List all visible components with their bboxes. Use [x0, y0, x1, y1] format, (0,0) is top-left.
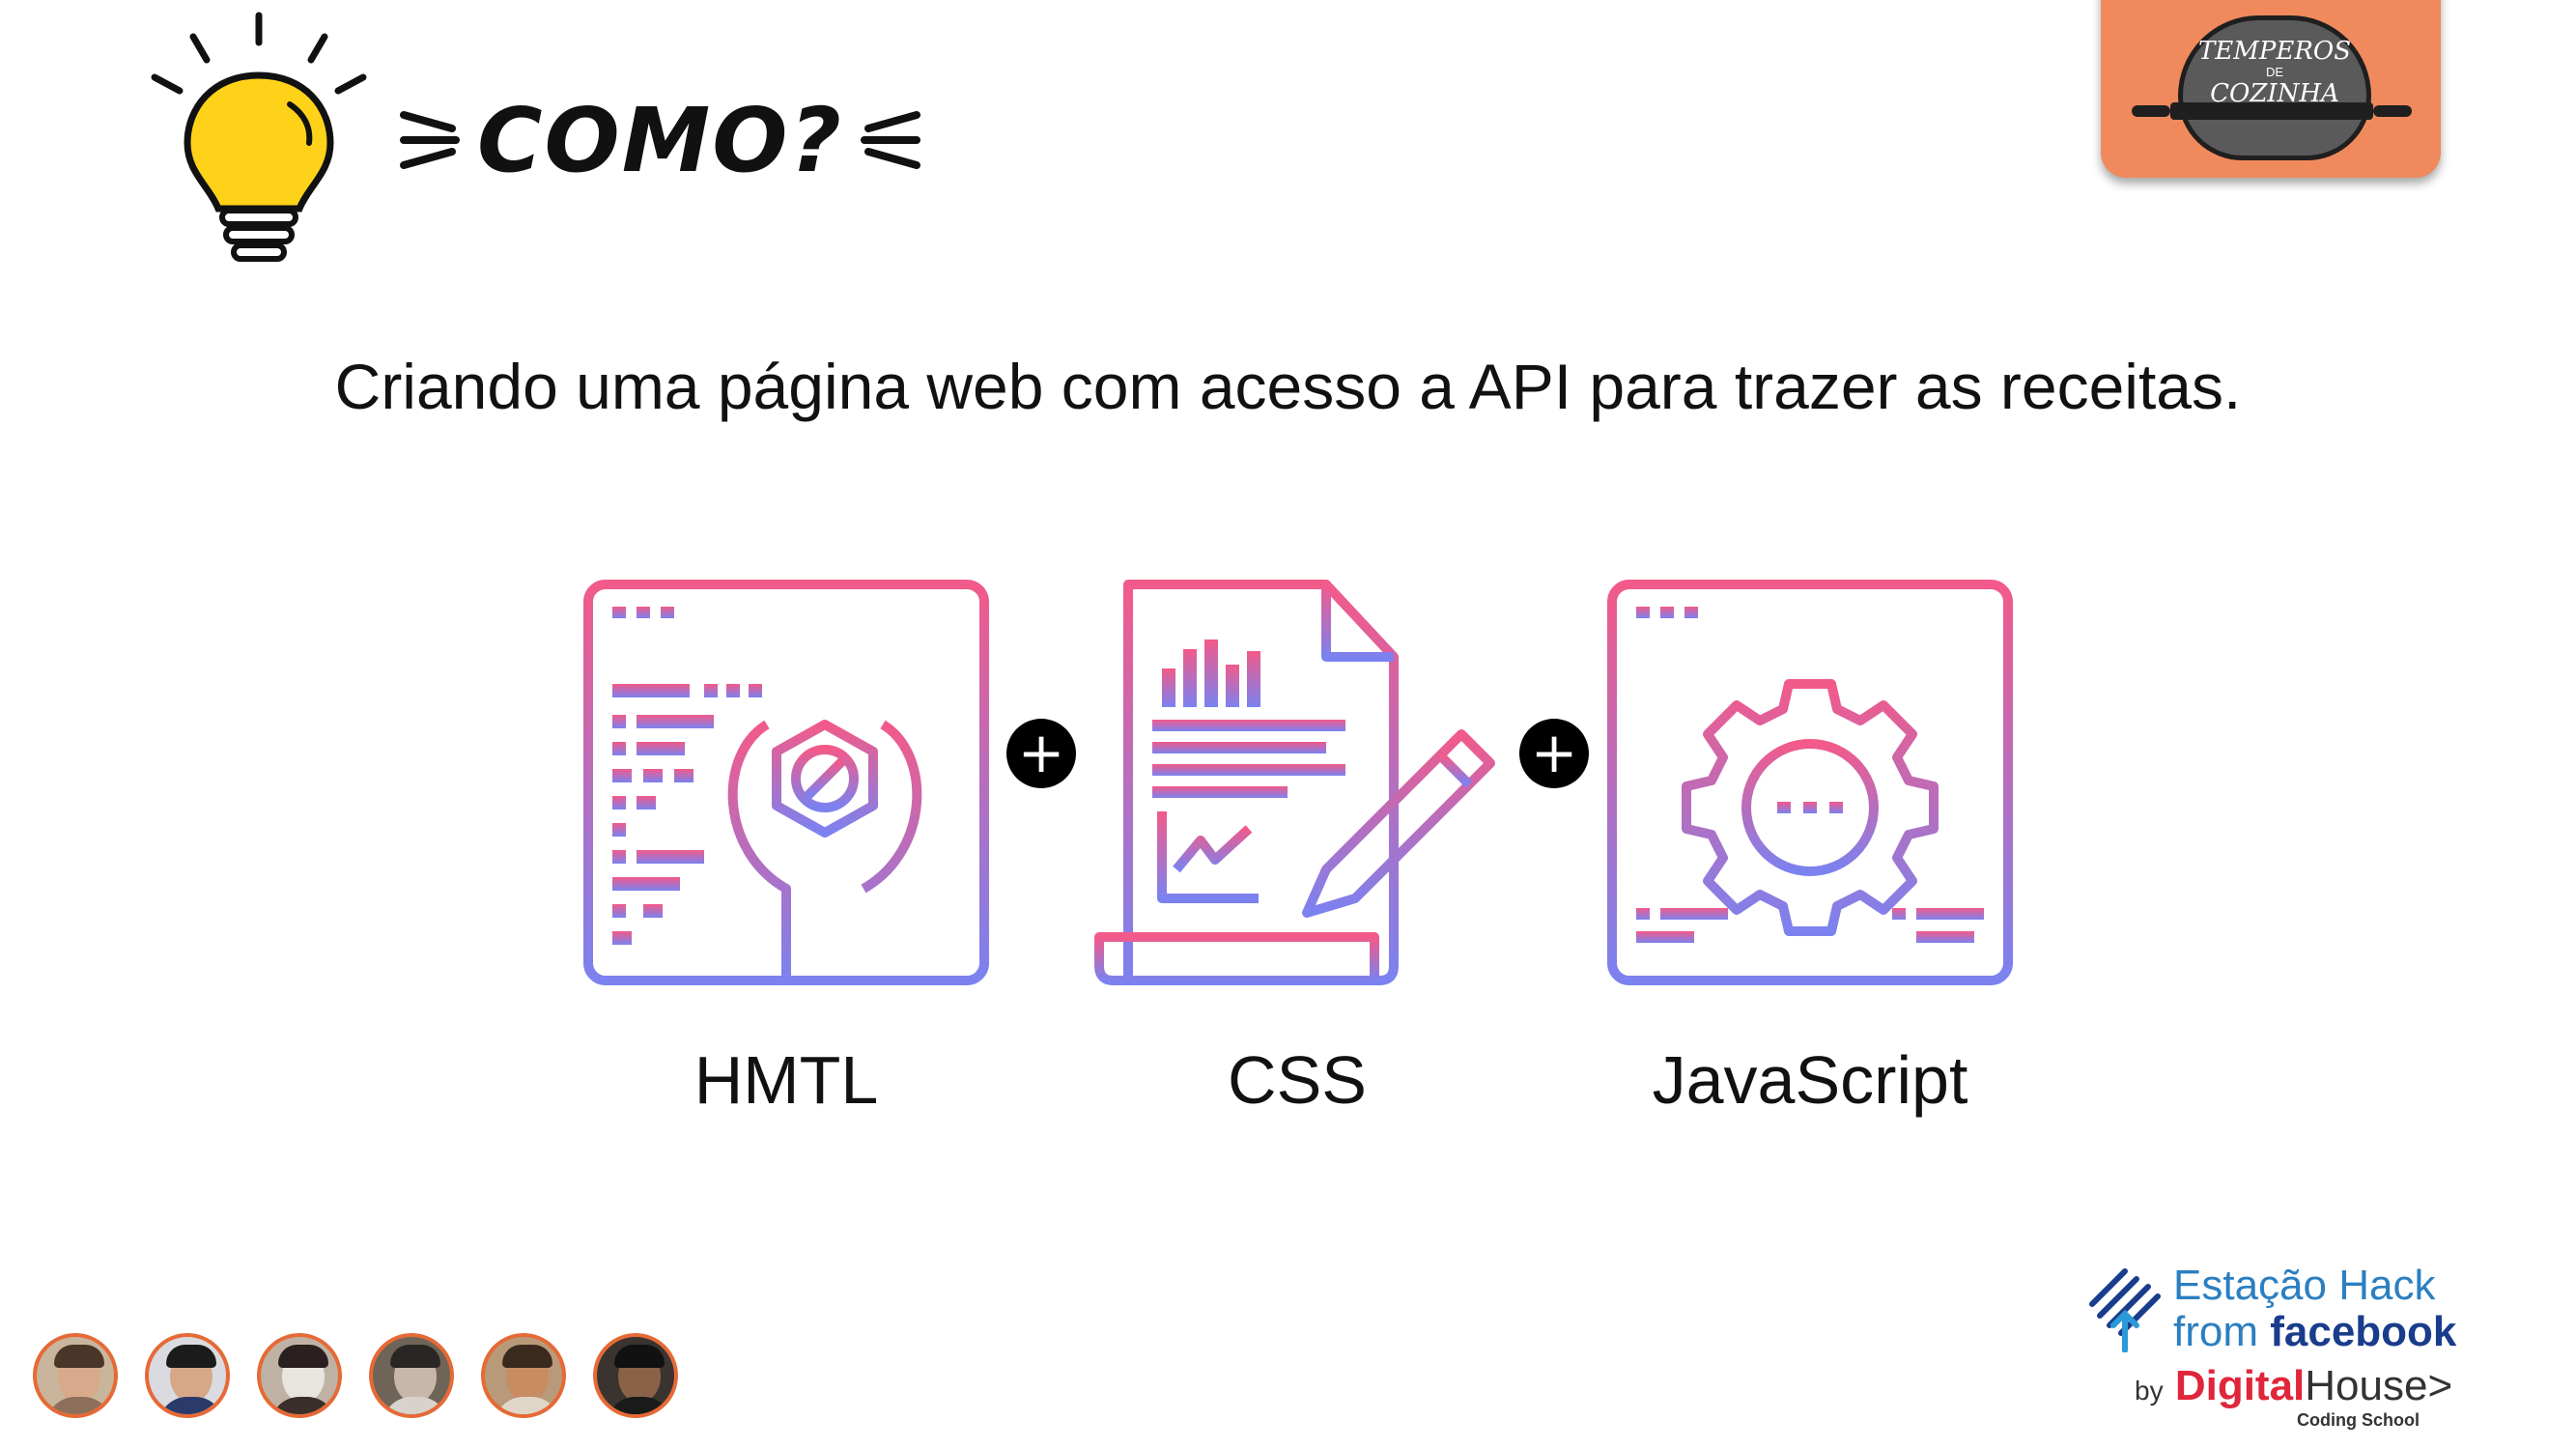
plus-icon: +	[1519, 719, 1589, 788]
partner-logo: Estação Hack from facebook by DigitalHou…	[2086, 1256, 2456, 1439]
partner-house: House>	[2305, 1362, 2453, 1409]
avatar	[257, 1333, 342, 1418]
rolling-pin-icon	[2132, 102, 2412, 120]
partner-from: from	[2173, 1308, 2271, 1355]
partner-digital: Digital	[2174, 1362, 2306, 1409]
heading-text: COMO?	[477, 88, 843, 192]
decorative-lines-right-icon	[860, 111, 920, 169]
js-settings-window-icon	[1607, 580, 2013, 985]
avatar	[369, 1333, 454, 1418]
partner-line1: Estação Hack	[2173, 1262, 2436, 1309]
plus-icon: +	[1006, 719, 1076, 788]
logo-title-line1: TEMPEROS	[2197, 37, 2352, 66]
avatar	[145, 1333, 230, 1418]
subtitle: Criando uma página web com acesso a API …	[334, 351, 2242, 422]
avatar	[593, 1333, 678, 1418]
estacao-hack-mark-icon	[2089, 1268, 2161, 1352]
html-code-window-icon	[583, 580, 989, 985]
partner-line2: from facebook	[2173, 1308, 2456, 1356]
brand-logo: TEMPEROS DE COZINHA KITCHEN WITH LOVE	[2101, 0, 2441, 178]
team-avatars	[33, 1333, 678, 1418]
avatar	[33, 1333, 118, 1418]
partner-coding-school: Coding School	[2297, 1410, 2420, 1430]
logo-badge: TEMPEROS DE COZINHA KITCHEN WITH LOVE	[2178, 15, 2371, 160]
partner-by: by	[2135, 1376, 2164, 1406]
tech-label-html: HMTL	[694, 1042, 879, 1118]
logo-title-line2: DE	[2265, 65, 2284, 79]
css-design-document-icon	[1094, 580, 1495, 985]
avatar	[481, 1333, 566, 1418]
lightbulb-icon	[151, 12, 367, 262]
decorative-lines-left-icon	[400, 111, 460, 169]
partner-facebook: facebook	[2270, 1308, 2457, 1355]
tech-label-css: CSS	[1228, 1042, 1367, 1118]
partner-line3: by DigitalHouse>	[2135, 1362, 2452, 1410]
tech-label-javascript: JavaScript	[1652, 1042, 1968, 1118]
heading: COMO?	[396, 82, 924, 198]
